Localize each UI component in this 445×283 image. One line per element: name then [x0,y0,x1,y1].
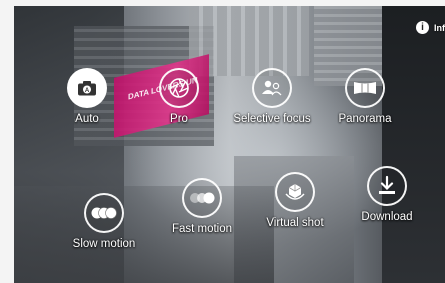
info-label: Info [434,22,445,33]
camera-icon: A [77,80,97,96]
mode-download-circle [367,166,407,206]
mode-label: Pro [170,113,188,125]
info-icon: i [416,21,429,34]
mode-label: Fast motion [171,223,233,235]
mode-download[interactable]: Download [342,166,432,223]
svg-text:A: A [85,88,90,94]
mode-virtual-shot-circle [275,172,315,212]
mode-label: Auto [75,113,99,125]
mode-selective-focus[interactable]: Selective focus [227,68,317,125]
mode-fast-motion[interactable]: Fast motion [157,178,247,235]
mode-auto-circle: A [67,68,107,108]
mode-pro[interactable]: Pro [134,68,224,125]
mode-slow-motion[interactable]: Slow motion [59,193,149,250]
mode-auto[interactable]: A Auto [42,68,132,125]
selective-focus-icon [260,78,284,98]
mode-label: Slow motion [72,238,136,250]
info-button[interactable]: i Info [416,21,445,34]
mode-label: Download [361,211,413,223]
panorama-icon [353,80,377,96]
mode-selective-focus-circle [252,68,292,108]
virtual-shot-icon [283,180,307,204]
mode-label: Virtual shot [266,217,324,229]
mode-label: Selective focus [233,113,311,125]
background-shadow [382,6,445,283]
mode-panorama-circle [345,68,385,108]
mode-slow-motion-circle [84,193,124,233]
mode-pro-circle [159,68,199,108]
camera-viewfinder: DATA LOVERS UN i Info A Auto [14,6,445,283]
slow-motion-icon [90,206,118,220]
mode-label: Panorama [338,113,392,125]
mode-virtual-shot[interactable]: Virtual shot [250,172,340,229]
mode-panorama[interactable]: Panorama [320,68,410,125]
fast-motion-icon [188,191,216,205]
aperture-icon [168,77,190,99]
mode-fast-motion-circle [182,178,222,218]
download-icon [377,175,397,197]
